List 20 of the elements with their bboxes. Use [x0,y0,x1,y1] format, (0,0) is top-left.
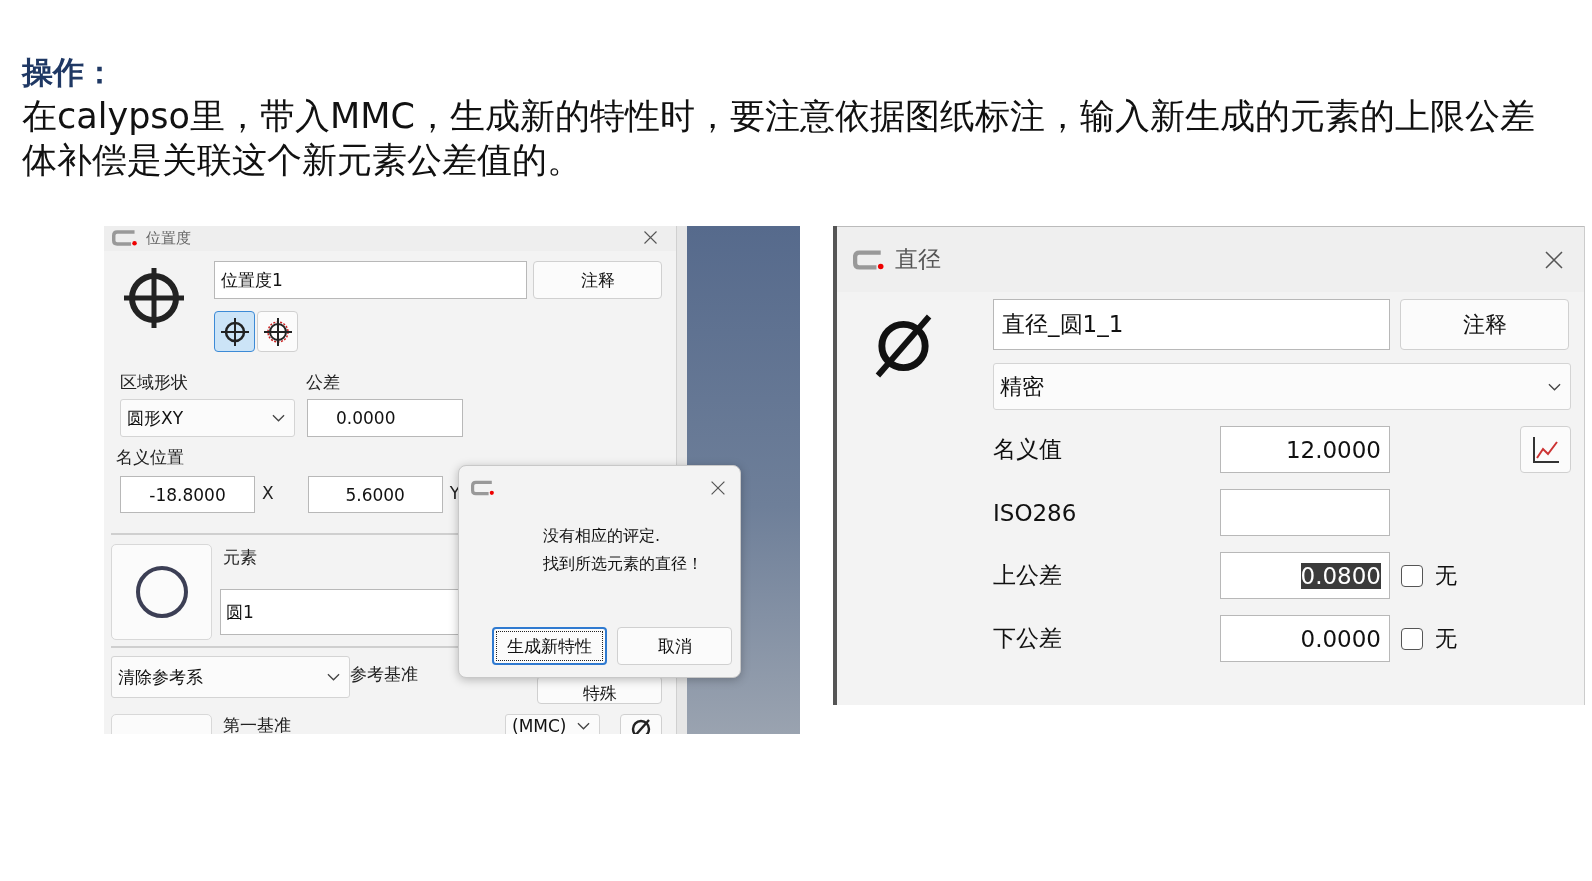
tolerance-label: 公差 [306,371,340,393]
reference-datum-label: 参考基准 [350,663,418,685]
axis-label: X [261,481,274,504]
paragraph-line: 体补偿是关联这个新元素公差值的。 [22,139,582,182]
first-datum-label: 第一基准 [223,714,292,734]
field-label: 下公差 [993,624,1063,653]
field-label: 名义值 [993,435,1063,464]
field-label: ISO286 [993,499,1078,526]
heading: 操作： [22,53,115,92]
field-label: 上公差 [993,561,1063,590]
zone-shape-label: 区域形状 [120,371,189,393]
message-text: 没有相应的评定. [543,525,662,547]
checkbox-label: 无 [1435,561,1457,590]
element-label: 元素 [223,546,257,568]
nominal-position-label: 名义位置 [116,446,185,468]
window-title: 位置度 [146,228,191,248]
window-title: 直径 [895,245,941,274]
checkbox-label: 无 [1435,624,1457,653]
message-text: 找到所选元素的直径！ [543,553,704,575]
paragraph-line: 在calypso里，带入MMC，生成新的特性时，要注意依据图纸标注，输入新生成的元素的上限公差 [22,95,1535,138]
